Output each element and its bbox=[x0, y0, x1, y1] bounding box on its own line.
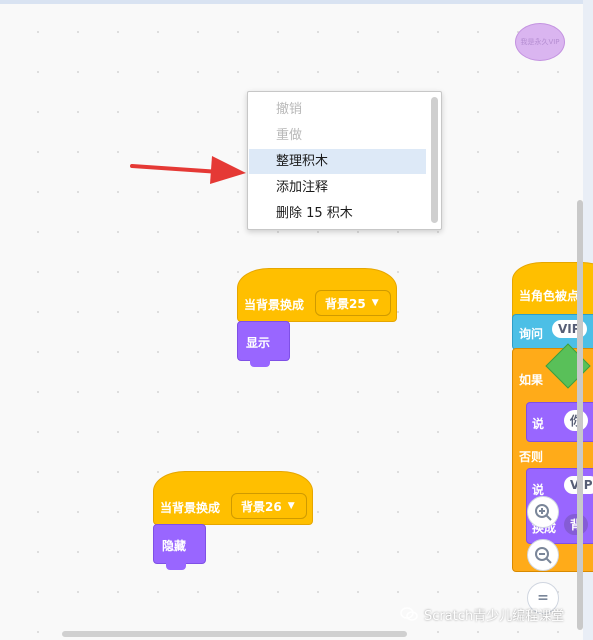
menu-item-delete-blocks[interactable]: 删除 15 积木 bbox=[249, 201, 426, 226]
menu-item-add-comment[interactable]: 添加注释 bbox=[249, 175, 426, 200]
block-label: 显示 bbox=[246, 336, 271, 350]
say-input[interactable]: 你 bbox=[564, 410, 589, 431]
menu-item-redo: 重做 bbox=[276, 128, 303, 143]
hat-label: 当背景换成 bbox=[160, 501, 221, 515]
if-label: 如果 bbox=[519, 373, 544, 387]
sprite-badge: 我是永久VIP bbox=[515, 23, 565, 61]
switch-input[interactable]: 背 bbox=[564, 514, 589, 535]
backdrop-dropdown[interactable]: 背景25 ▼ bbox=[315, 290, 391, 316]
say-label: 说 bbox=[532, 417, 545, 431]
menu-item-clean-up-blocks[interactable]: 整理积木 bbox=[249, 149, 426, 174]
caret-down-icon: ▼ bbox=[287, 501, 295, 511]
hide-block[interactable]: 隐藏 bbox=[153, 524, 206, 564]
wechat-icon bbox=[400, 607, 418, 621]
watermark: Scratch青少儿编程课堂 bbox=[400, 604, 564, 624]
red-arrow-icon bbox=[130, 156, 246, 184]
menu-item-undo: 撤销 bbox=[276, 102, 303, 117]
zoom-out-button[interactable] bbox=[527, 539, 559, 571]
block-notch bbox=[250, 360, 270, 367]
watermark-text: Scratch青少儿编程课堂 bbox=[424, 608, 565, 624]
workspace-top-border bbox=[0, 0, 593, 4]
show-block[interactable]: 显示 bbox=[237, 321, 290, 361]
ask-label: 询问 bbox=[519, 327, 544, 341]
caret-down-icon: ▼ bbox=[371, 298, 379, 308]
menu-scrollbar[interactable] bbox=[431, 97, 438, 223]
dropdown-value: 背景25 bbox=[325, 296, 366, 311]
backdrop-dropdown[interactable]: 背景26 ▼ bbox=[231, 493, 307, 519]
zoom-in-icon bbox=[535, 504, 552, 521]
else-label: 否则 bbox=[519, 450, 544, 464]
workspace-horizontal-scrollbar[interactable] bbox=[62, 631, 407, 637]
block-notch bbox=[166, 563, 186, 570]
zoom-out-icon bbox=[535, 547, 552, 564]
block-label: 隐藏 bbox=[162, 539, 187, 553]
dropdown-value: 背景26 bbox=[241, 499, 282, 514]
workspace-vertical-scrollbar[interactable] bbox=[577, 200, 583, 630]
hat-label: 当背景换成 bbox=[244, 298, 305, 312]
context-menu: 撤销 重做 整理积木 添加注释 删除 15 积木 bbox=[247, 91, 442, 230]
zoom-in-button[interactable] bbox=[527, 496, 559, 528]
hat-label: 当角色被点 bbox=[519, 289, 580, 303]
